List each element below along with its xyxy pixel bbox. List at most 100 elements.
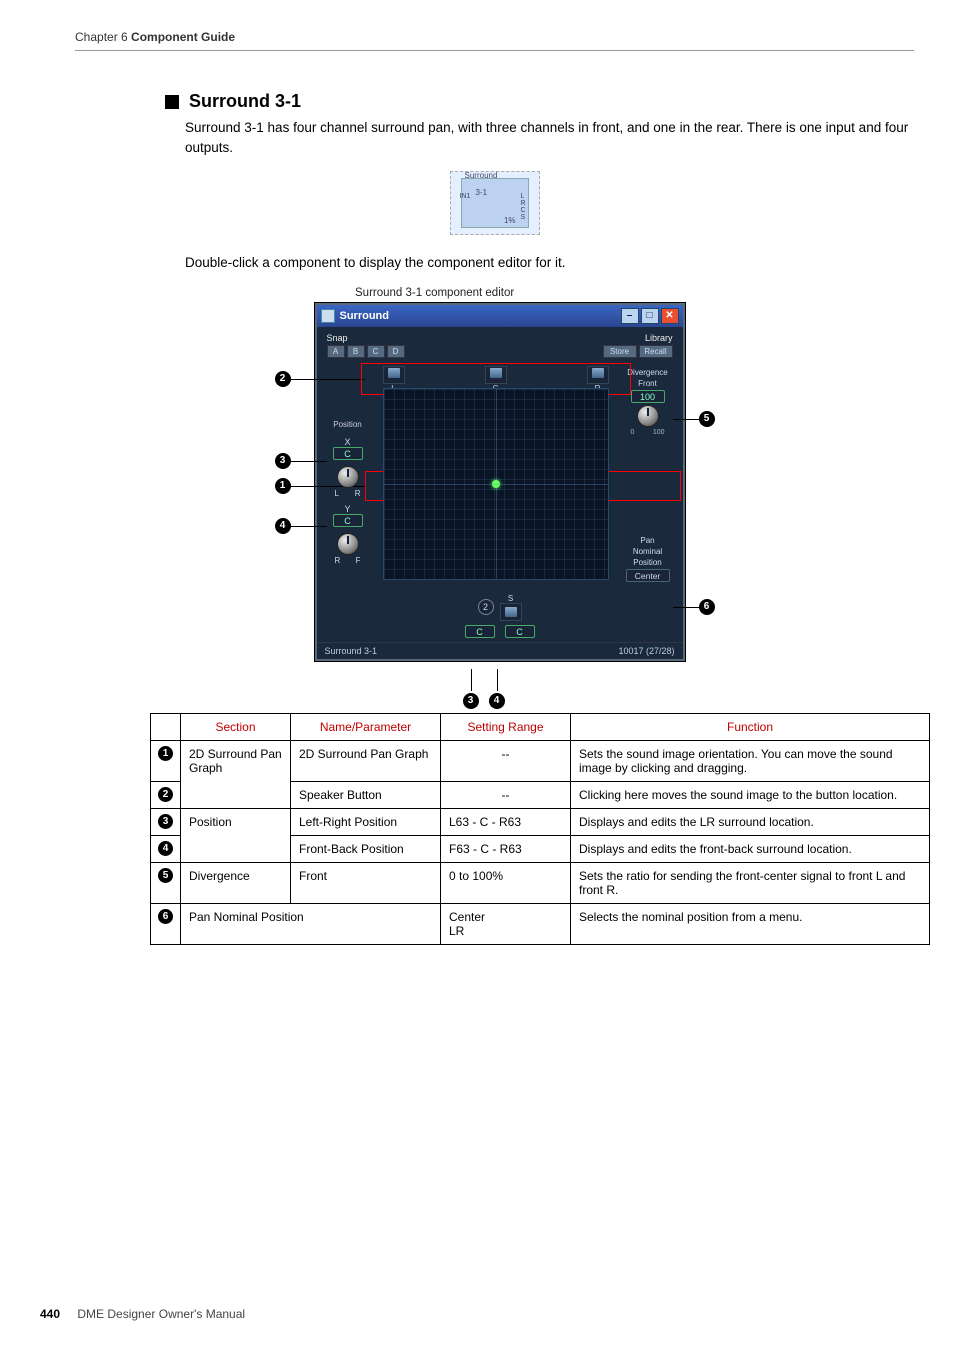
row-func: Displays and edits the front-back surrou…	[571, 835, 930, 862]
lr-knob-r: R	[355, 489, 361, 498]
row-range: 0 to 100%	[441, 862, 571, 903]
divergence-label: Divergence	[627, 368, 667, 377]
pnp-position: Position	[633, 558, 661, 567]
callout-2-line	[291, 379, 365, 380]
callout-5: 5	[699, 411, 715, 427]
pnp-pan: Pan	[640, 536, 654, 545]
section-title: Surround 3-1	[189, 91, 301, 112]
callout-1: 1	[275, 478, 291, 494]
snap-c[interactable]: C	[367, 345, 385, 358]
callout-3b-line	[471, 669, 472, 691]
status-left: Surround 3-1	[325, 646, 378, 656]
parameter-table: Section Name/Parameter Setting Range Fun…	[150, 713, 930, 945]
div-scale-100: 100	[653, 429, 665, 436]
row-num: 1	[158, 746, 173, 761]
callout-2: 2	[275, 371, 291, 387]
th-name: Name/Parameter	[291, 713, 441, 740]
th-range: Setting Range	[441, 713, 571, 740]
row-name: 2D Surround Pan Graph	[291, 740, 441, 781]
axis-y-label: Y	[333, 504, 363, 514]
double-click-text: Double-click a component to display the …	[185, 253, 914, 273]
row-range: Center LR	[441, 903, 571, 944]
row-func: Displays and edits the LR surround locat…	[571, 808, 930, 835]
row-func: Sets the sound image orientation. You ca…	[571, 740, 930, 781]
row-name: Front-Back Position	[291, 835, 441, 862]
row-num: 6	[158, 909, 173, 924]
row-func: Sets the ratio for sending the front-cen…	[571, 862, 930, 903]
position-label: Position	[333, 420, 361, 429]
table-row: 1 2D Surround Pan Graph 2D Surround Pan …	[151, 740, 930, 781]
divergence-front-label: Front	[638, 379, 657, 388]
recall-button[interactable]: Recall	[639, 345, 673, 358]
callout-5-line	[673, 419, 699, 420]
table-row: 6 Pan Nominal Position Center LR Selects…	[151, 903, 930, 944]
close-button[interactable]: ✕	[661, 308, 679, 324]
row-func: Clicking here moves the sound image to t…	[571, 781, 930, 808]
callout-4b-line	[497, 669, 498, 691]
callout-3-line	[291, 461, 327, 462]
row-range: --	[441, 740, 571, 781]
axis-x-readout[interactable]: C	[333, 447, 363, 460]
thumb-outs: L R C S	[520, 193, 525, 221]
speaker-s-button[interactable]	[500, 603, 522, 621]
pnp-nominal: Nominal	[633, 547, 662, 556]
section-bullet-icon	[165, 95, 179, 109]
section-intro: Surround 3-1 has four channel surround p…	[185, 118, 914, 157]
row-section: 2D Surround Pan Graph	[181, 740, 291, 808]
sound-image-dot[interactable]	[492, 480, 500, 488]
window-title: Surround	[340, 310, 390, 322]
row-num: 4	[158, 841, 173, 856]
row-name: Front	[291, 862, 441, 903]
pnp-readout[interactable]: Center	[626, 569, 670, 582]
fb-knob-r: R	[335, 556, 341, 565]
snap-d[interactable]: D	[387, 345, 405, 358]
component-thumbnail: Surround 3-1 IN1 L R C S 1%	[450, 171, 540, 235]
row-name: Speaker Button	[291, 781, 441, 808]
manual-title: DME Designer Owner's Manual	[77, 1307, 245, 1321]
editor-caption: Surround 3-1 component editor	[355, 287, 914, 299]
row-func: Selects the nominal position from a menu…	[571, 903, 930, 944]
minimize-button[interactable]: –	[621, 308, 639, 324]
editor-window: Surround – □ ✕ Snap A B C D	[315, 303, 685, 661]
divergence-readout[interactable]: 100	[631, 390, 665, 403]
divergence-knob[interactable]	[637, 405, 659, 427]
fb-knob[interactable]	[337, 533, 359, 555]
row-range: F63 - C - R63	[441, 835, 571, 862]
table-row: 3 Position Left-Right Position L63 - C -…	[151, 808, 930, 835]
row-num: 5	[158, 868, 173, 883]
speaker-l-button[interactable]: L	[383, 366, 405, 384]
row-num: 3	[158, 814, 173, 829]
rear-readout-1[interactable]: C	[465, 625, 495, 638]
table-row: 5 Divergence Front 0 to 100% Sets the ra…	[151, 862, 930, 903]
store-button[interactable]: Store	[603, 345, 637, 358]
chapter-title: Component Guide	[131, 30, 235, 44]
callout-3: 3	[275, 453, 291, 469]
row-section: Position	[181, 808, 291, 862]
axis-y-readout[interactable]: C	[333, 514, 363, 527]
callout-4: 4	[275, 518, 291, 534]
rear-speaker-label: S	[508, 594, 513, 603]
thumb-pct: 1%	[504, 216, 516, 225]
row-num: 2	[158, 787, 173, 802]
callout-4-line	[291, 526, 327, 527]
lr-knob[interactable]	[337, 466, 359, 488]
app-icon	[321, 309, 335, 323]
titlebar[interactable]: Surround – □ ✕	[317, 305, 683, 327]
pan-graph[interactable]	[383, 388, 609, 580]
div-scale-0: 0	[631, 429, 635, 436]
row-range: L63 - C - R63	[441, 808, 571, 835]
chapter-prefix: Chapter 6	[75, 30, 131, 44]
page-number: 440	[40, 1307, 60, 1321]
speaker-r-button[interactable]: R	[587, 366, 609, 384]
fb-knob-f: F	[356, 556, 361, 565]
rear-readout-2[interactable]: C	[505, 625, 535, 638]
th-function: Function	[571, 713, 930, 740]
row-section-span: Pan Nominal Position	[181, 903, 441, 944]
rear-channel-num: 2	[478, 599, 494, 615]
snap-b[interactable]: B	[347, 345, 365, 358]
speaker-c-button[interactable]: C	[485, 366, 507, 384]
snap-a[interactable]: A	[327, 345, 345, 358]
maximize-button[interactable]: □	[641, 308, 659, 324]
lr-knob-l: L	[335, 489, 339, 498]
axis-x-label: X	[333, 437, 363, 447]
